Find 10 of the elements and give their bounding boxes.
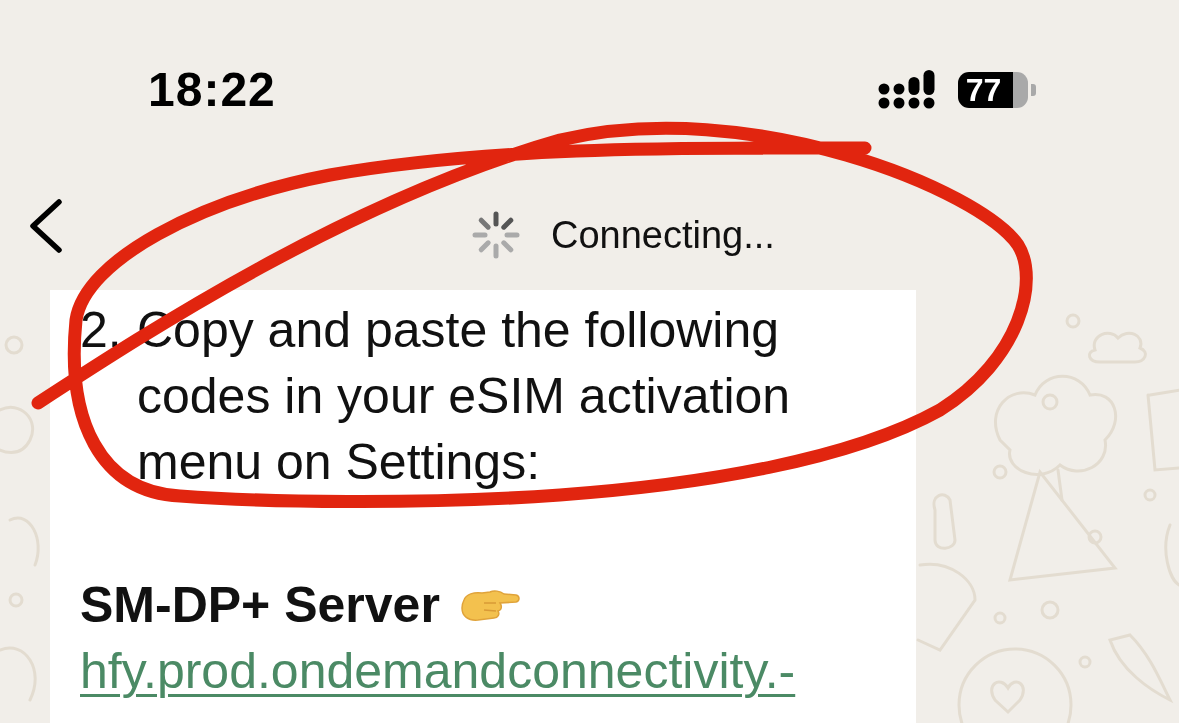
status-time: 18:22 xyxy=(148,66,276,114)
chevron-left-icon xyxy=(27,199,63,253)
server-address-link[interactable]: hfy.prod.ondemandconnectivity.- xyxy=(80,638,796,704)
list-number: 2. xyxy=(80,301,123,360)
signal-icon xyxy=(877,70,936,110)
battery-tip-icon xyxy=(1030,84,1036,96)
server-heading: SM-DP+ Server xyxy=(80,576,440,635)
battery-percentage: 77 xyxy=(965,74,1002,106)
connection-status: Connecting... xyxy=(551,216,775,254)
loading-spinner-icon xyxy=(472,211,520,259)
